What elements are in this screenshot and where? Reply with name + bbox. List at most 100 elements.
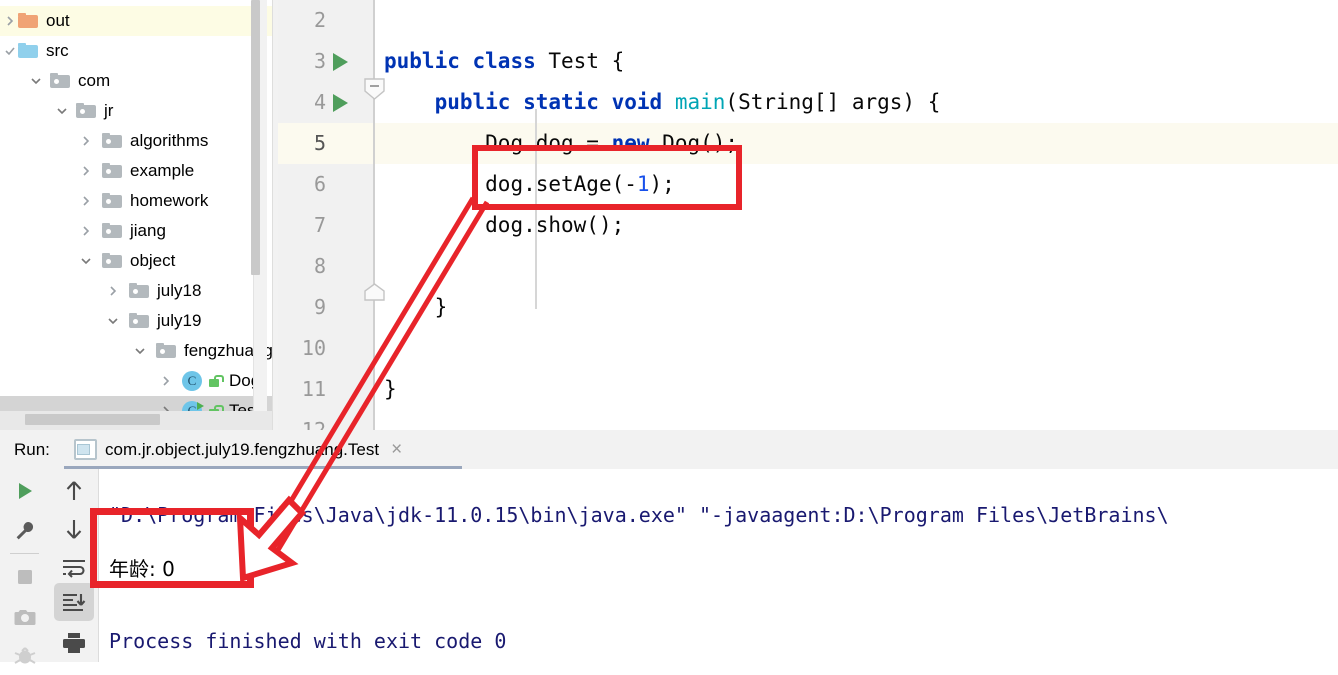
tree-item-label: src xyxy=(46,41,69,60)
folder-grey-icon xyxy=(156,343,176,359)
edit-configuration-button[interactable] xyxy=(0,511,49,551)
code-line-8[interactable] xyxy=(375,246,1338,287)
tree-item-label: com xyxy=(78,71,111,90)
run-tool-window: Run: com.jr.object.july19.fengzhuang.Tes… xyxy=(0,430,1338,664)
soft-wrap-icon[interactable] xyxy=(49,547,98,587)
console-output[interactable]: "D:\Program Files\Java\jdk-11.0.15\bin\j… xyxy=(99,469,1338,662)
tree-item-homework[interactable]: homework xyxy=(0,186,272,216)
gutter-line: 9 xyxy=(278,287,373,328)
tree-item-out[interactable]: out xyxy=(0,6,272,36)
code-line-3[interactable]: public class Test { xyxy=(375,41,1338,82)
chevron-down-icon[interactable] xyxy=(105,313,121,329)
run-header: Run: com.jr.object.july19.fengzhuang.Tes… xyxy=(0,430,1338,470)
editor-text-area[interactable]: public class Test { public static void m… xyxy=(375,0,1338,430)
tree-item-jiang[interactable]: jiang xyxy=(0,216,272,246)
rerun-button[interactable] xyxy=(0,471,49,511)
tree-item-label: jr xyxy=(104,101,114,120)
run-label: Run: xyxy=(14,440,50,459)
ide-window: out src com jr algorithms example homewo… xyxy=(0,0,1338,664)
run-gutter-icon[interactable] xyxy=(333,53,348,71)
gutter-line: 6 xyxy=(278,164,373,205)
tree-item-example[interactable]: example xyxy=(0,156,272,186)
chevron-right-icon[interactable] xyxy=(2,13,18,29)
chevron-down-icon[interactable] xyxy=(78,253,94,269)
line-number: 7 xyxy=(313,213,326,237)
tree-item-label: algorithms xyxy=(130,131,209,150)
bug-icon[interactable] xyxy=(0,635,49,675)
chevron-right-icon[interactable] xyxy=(78,223,94,239)
line-number: 8 xyxy=(313,254,326,278)
chevron-right-icon[interactable] xyxy=(78,133,94,149)
up-arrow-icon[interactable] xyxy=(49,471,98,511)
line-number: 5 xyxy=(313,131,326,155)
folder-grey-icon xyxy=(102,193,122,209)
code-editor[interactable]: 2 3 4 5 6 7 8 9 10 11 12 xyxy=(278,0,1338,442)
code-line-5[interactable]: Dog dog = new Dog(); xyxy=(375,123,1338,164)
code-line-10[interactable] xyxy=(375,328,1338,369)
tree-item-com[interactable]: com xyxy=(0,66,272,96)
line-number: 11 xyxy=(301,377,326,401)
tree-horizontal-scrollbar-track[interactable] xyxy=(0,411,272,430)
folder-grey-icon xyxy=(129,313,149,329)
tree-item-fengzhuang[interactable]: fengzhuang xyxy=(0,336,272,366)
console-exit-line: Process finished with exit code 0 xyxy=(109,629,507,653)
line-number: 3 xyxy=(313,49,326,73)
chevron-down-icon[interactable] xyxy=(132,343,148,359)
stop-button[interactable] xyxy=(0,557,49,597)
folder-grey-icon xyxy=(50,73,70,89)
indent-guide xyxy=(535,109,537,309)
tree-item-label: jiang xyxy=(130,221,166,240)
close-icon[interactable]: × xyxy=(391,439,402,461)
tree-item-object[interactable]: object xyxy=(0,246,272,276)
code-line-7[interactable]: dog.show(); xyxy=(375,205,1338,246)
run-gutter-icon[interactable] xyxy=(333,94,348,112)
chevron-down-icon[interactable] xyxy=(54,103,70,119)
code-line-6[interactable]: dog.setAge(-1); xyxy=(375,164,1338,205)
chevron-right-icon[interactable] xyxy=(78,193,94,209)
tree-item-src[interactable]: src xyxy=(0,36,272,66)
run-tab-title: com.jr.object.july19.fengzhuang.Test xyxy=(105,439,380,459)
toolbar-divider xyxy=(10,553,39,554)
tree-item-label: july19 xyxy=(157,311,202,330)
console-window-icon xyxy=(74,439,97,460)
run-configuration-tab[interactable]: com.jr.object.july19.fengzhuang.Test × xyxy=(62,430,414,469)
down-arrow-icon[interactable] xyxy=(49,509,98,549)
tree-vertical-scrollbar-track[interactable] xyxy=(251,0,267,412)
folder-grey-icon xyxy=(102,223,122,239)
tree-horizontal-scrollbar-thumb[interactable] xyxy=(25,414,160,425)
top-split: out src com jr algorithms example homewo… xyxy=(0,0,1338,442)
chevron-right-icon[interactable] xyxy=(105,283,121,299)
folder-blue-icon xyxy=(18,43,38,59)
chevron-down-icon[interactable] xyxy=(28,73,44,89)
tree-item-july18[interactable]: july18 xyxy=(0,276,272,306)
tree-item-jr[interactable]: jr xyxy=(0,96,272,126)
code-line-9[interactable]: } xyxy=(375,287,1338,328)
unlock-icon xyxy=(207,374,224,388)
tree-vertical-scrollbar-thumb[interactable] xyxy=(251,0,260,275)
run-toolbar-secondary xyxy=(49,469,99,662)
tree-item-july19[interactable]: july19 xyxy=(0,306,272,336)
folder-grey-icon xyxy=(76,103,96,119)
gutter-line: 7 xyxy=(278,205,373,246)
console-program-output: 年龄: 0 xyxy=(109,557,175,581)
folder-grey-icon xyxy=(102,163,122,179)
project-tree-panel[interactable]: out src com jr algorithms example homewo… xyxy=(0,0,272,430)
code-line-2[interactable] xyxy=(375,0,1338,41)
chevron-right-icon[interactable] xyxy=(78,163,94,179)
folder-orange-icon xyxy=(18,13,38,29)
tree-item-dog[interactable]: C Dog xyxy=(0,366,272,396)
camera-icon[interactable] xyxy=(0,597,49,637)
chevron-right-icon[interactable] xyxy=(158,373,174,389)
code-line-11[interactable]: } xyxy=(375,369,1338,410)
tree-item-algorithms[interactable]: algorithms xyxy=(0,126,272,156)
check-icon[interactable] xyxy=(2,43,18,59)
java-class-icon: C xyxy=(182,371,202,391)
tree-item-label: out xyxy=(46,11,70,30)
tree-item-label: july18 xyxy=(157,281,202,300)
editor-gutter[interactable]: 2 3 4 5 6 7 8 9 10 11 12 xyxy=(278,0,373,442)
gutter-line: 11 xyxy=(278,369,373,410)
print-icon[interactable] xyxy=(49,623,98,663)
code-line-4[interactable]: public static void main(String[] args) { xyxy=(375,82,1338,123)
gutter-line: 10 xyxy=(278,328,373,369)
scroll-to-end-button[interactable] xyxy=(54,583,94,621)
